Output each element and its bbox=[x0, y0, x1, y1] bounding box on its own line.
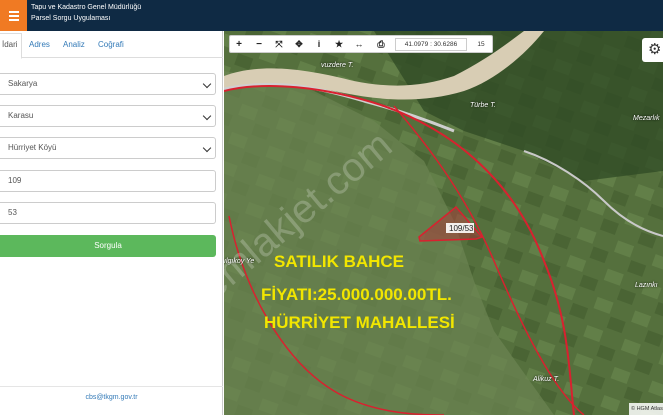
measure-icon[interactable]: ↔ bbox=[350, 36, 368, 53]
hamburger-menu-button[interactable] bbox=[0, 0, 27, 31]
ad-price: FİYATI:25.000.000.00TL. bbox=[261, 285, 452, 304]
tab-idari[interactable]: İdari bbox=[2, 40, 18, 49]
place-vuzdere: vuzdere T. bbox=[321, 62, 354, 69]
place-turbe: Türbe T. bbox=[470, 102, 496, 109]
place-lazinkiri: Lazınkı bbox=[635, 282, 658, 289]
full-extent-icon[interactable]: ⤧ bbox=[270, 36, 288, 53]
menu-line-icon bbox=[8, 10, 19, 13]
chevron-down-icon bbox=[202, 111, 212, 121]
divider bbox=[0, 386, 223, 387]
print-icon[interactable]: ⎙ bbox=[372, 36, 390, 53]
app-subtitle: Parsel Sorgu Uygulaması bbox=[31, 15, 111, 22]
tab-bar: İdari Adres Analiz Coğrafi bbox=[0, 31, 223, 59]
parsel-input[interactable]: 53 bbox=[0, 202, 216, 224]
ilce-select[interactable]: Karasu bbox=[0, 105, 216, 127]
satellite-map[interactable]: 109/53 emlakjet.com vuzdere T. Türbe T. … bbox=[224, 31, 663, 415]
app-header: Tapu ve Kadastro Genel Müdürlüğü Parsel … bbox=[0, 0, 663, 31]
info-icon[interactable]: i bbox=[310, 36, 328, 53]
place-alikuz: Alikuz T. bbox=[533, 376, 560, 383]
ada-input[interactable]: 109 bbox=[0, 170, 216, 192]
map-toolbar: + − ⤧ ✥ i ★ ↔ ⎙ 41.0979 : 30.6286 15 bbox=[229, 35, 493, 53]
map-attribution: © HGM Atlas bbox=[629, 403, 663, 415]
ad-location: HÜRRİYET MAHALLESİ bbox=[264, 313, 455, 332]
menu-line-icon bbox=[8, 14, 19, 17]
coordinate-readout: 41.0979 : 30.6286 bbox=[395, 38, 467, 51]
mahalle-select[interactable]: Hürriyet Köyü bbox=[0, 137, 216, 159]
sorgula-button[interactable]: Sorgula bbox=[0, 235, 216, 257]
parcel-label: 109/53 bbox=[449, 224, 474, 233]
zoom-out-icon[interactable]: − bbox=[250, 36, 268, 53]
il-select[interactable]: Sakarya bbox=[0, 73, 216, 95]
settings-button[interactable]: ⚙ bbox=[642, 38, 663, 62]
zoom-in-icon[interactable]: + bbox=[230, 36, 248, 53]
tab-adres[interactable]: Adres bbox=[29, 40, 50, 49]
pan-icon[interactable]: ✥ bbox=[290, 36, 308, 53]
tab-analiz[interactable]: Analiz bbox=[63, 40, 85, 49]
zoom-level-readout: 15 bbox=[477, 41, 485, 48]
bookmark-star-icon[interactable]: ★ bbox=[330, 36, 348, 53]
map-imagery: 109/53 emlakjet.com bbox=[224, 31, 663, 415]
app-title: Tapu ve Kadastro Genel Müdürlüğü bbox=[31, 4, 142, 11]
chevron-down-icon bbox=[202, 79, 212, 89]
contact-email-link[interactable]: cbs@tkgm.gov.tr bbox=[0, 394, 223, 401]
ad-title: SATILIK BAHCE bbox=[274, 252, 405, 271]
place-mezarlik: Mezarlık bbox=[633, 115, 660, 122]
gear-icon: ⚙ bbox=[648, 41, 662, 58]
place-ilgikoy: ılgıkoy Ye bbox=[224, 258, 255, 265]
query-panel: İdari Adres Analiz Coğrafi Sakarya Karas… bbox=[0, 31, 223, 415]
menu-line-icon bbox=[8, 18, 19, 21]
tab-cografi[interactable]: Coğrafi bbox=[98, 40, 124, 49]
chevron-down-icon bbox=[202, 143, 212, 153]
